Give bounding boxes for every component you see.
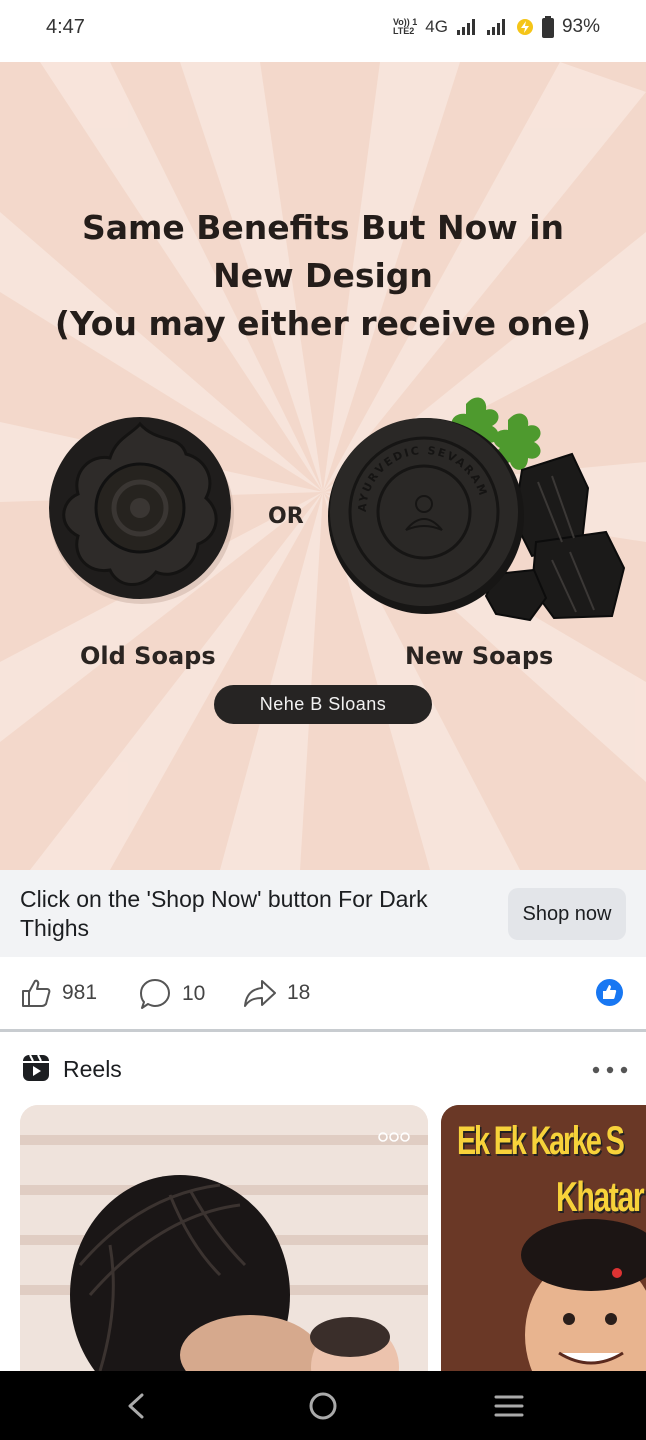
menu-icon[interactable] <box>492 1389 526 1423</box>
status-icons: Vo)) 1 LTE2 4G 93% <box>393 16 600 38</box>
more-options-icon[interactable] <box>592 1066 628 1074</box>
reel-card-2[interactable]: Ek Ek Karke S Khatar <box>441 1105 646 1371</box>
share-count: 18 <box>287 981 311 1004</box>
cta-bar: Click on the 'Shop Now' button For Dark … <box>0 870 646 957</box>
comment-count: 10 <box>182 982 206 1005</box>
like-count: 981 <box>62 981 98 1004</box>
like-button[interactable]: 981 <box>20 977 97 1009</box>
ad-pill-label: Nehe B Sloans <box>214 685 432 724</box>
reels-header: Reels <box>0 1032 646 1104</box>
thumbs-up-icon <box>22 979 51 1007</box>
network-type: 4G <box>425 17 448 36</box>
reels-title: Reels <box>63 1056 122 1082</box>
status-time: 4:47 <box>46 16 85 38</box>
home-icon[interactable] <box>306 1389 340 1423</box>
navigation-bar <box>0 1371 646 1440</box>
reel2-caption-line2: Khatar <box>556 1173 645 1220</box>
status-bar: 4:47 Vo)) 1 LTE2 4G 93% <box>0 0 646 62</box>
like-reaction-badge <box>596 979 623 1006</box>
signal-icon-2 <box>486 19 505 35</box>
reel2-caption-line1: Ek Ek Karke S <box>457 1119 625 1163</box>
new-soaps-label: New Soaps <box>405 642 554 670</box>
shop-now-button[interactable]: Shop now <box>508 888 626 940</box>
share-icon <box>244 980 276 1007</box>
ad-image[interactable]: Same Benefits But Now in New Design (You… <box>0 62 646 870</box>
comment-button[interactable]: 10 <box>138 977 205 1011</box>
reel-more-icon[interactable] <box>378 1131 410 1143</box>
comment-icon <box>140 979 170 1009</box>
battery-icon <box>541 16 554 38</box>
old-soaps-label: Old Soaps <box>80 642 216 670</box>
thumbs-up-badge-icon <box>603 985 617 999</box>
ad-headline: Same Benefits But Now in New Design (You… <box>54 208 592 343</box>
volte-indicator: Vo)) 1 LTE2 <box>392 17 418 36</box>
share-button[interactable]: 18 <box>243 977 310 1009</box>
reel-thumbnail-image <box>20 1105 428 1371</box>
cta-text: Click on the 'Shop Now' button For Dark … <box>20 886 428 941</box>
or-label: OR <box>268 504 304 529</box>
battery-percent: 93% <box>561 16 600 37</box>
new-soap-image: AYURVEDIC SEVARAM <box>328 397 626 622</box>
reels-icon <box>23 1054 49 1081</box>
signal-icon <box>456 19 475 35</box>
reel-card[interactable] <box>20 1105 428 1371</box>
engagement-row: 981 10 18 <box>0 957 646 1029</box>
data-saver-icon <box>516 19 533 35</box>
old-soap-image <box>49 417 234 604</box>
back-icon[interactable] <box>120 1389 154 1423</box>
